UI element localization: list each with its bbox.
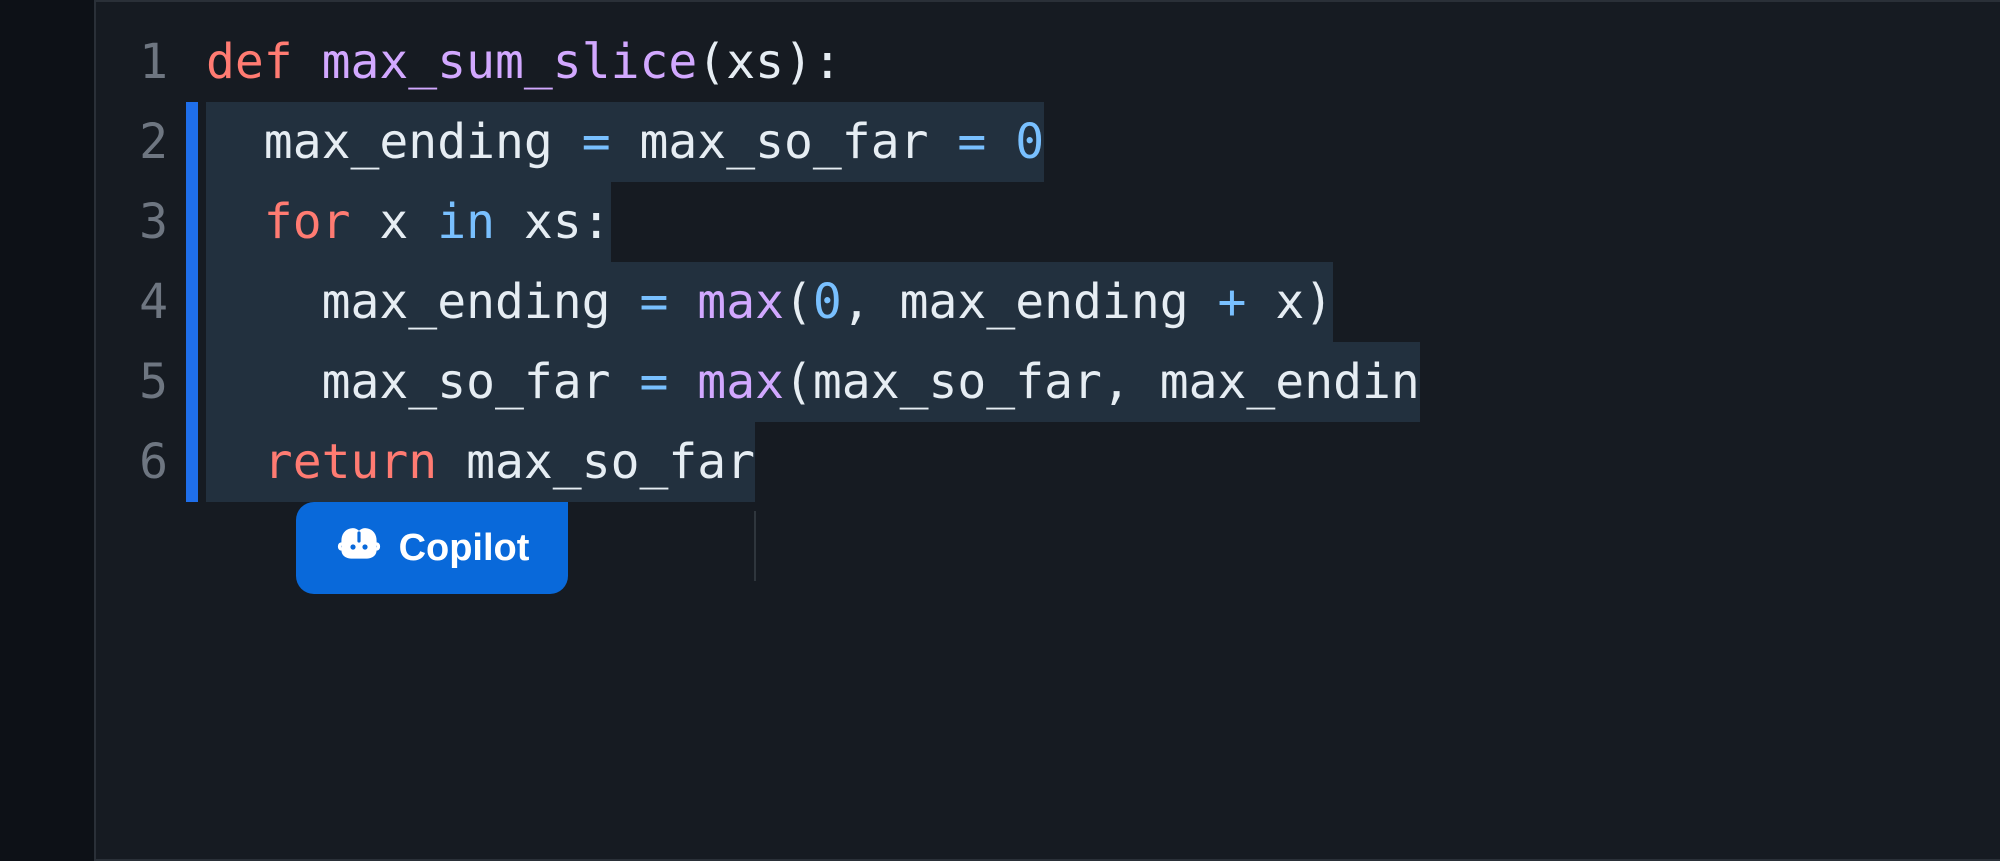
- line-number: 2: [96, 102, 186, 182]
- parameter: xs: [726, 34, 784, 90]
- code-content[interactable]: max_ending = max_so_far = 0: [198, 102, 2000, 182]
- number-literal: 0: [813, 274, 842, 330]
- operator-plus: +: [1218, 274, 1247, 330]
- keyword-return: return: [264, 434, 437, 490]
- line-number: 1: [96, 22, 186, 102]
- suggestion-highlight: max_ending = max_so_far = 0: [206, 102, 1044, 182]
- vertical-divider: [754, 511, 756, 581]
- change-marker: [186, 182, 198, 262]
- keyword-for: for: [264, 194, 351, 250]
- copilot-button[interactable]: Copilot: [296, 502, 568, 594]
- identifier: xs: [524, 194, 582, 250]
- function-call: max: [697, 274, 784, 330]
- identifier: max_ending: [322, 274, 611, 330]
- identifier: x: [1275, 274, 1304, 330]
- code-content[interactable]: for x in xs:: [198, 182, 2000, 262]
- line-number: 6: [96, 422, 186, 502]
- identifier: max_endin: [1160, 354, 1420, 410]
- change-marker: [186, 22, 198, 102]
- code-content[interactable]: max_so_far = max(max_so_far, max_endin: [198, 342, 2000, 422]
- operator-equals: =: [957, 114, 986, 170]
- code-line[interactable]: 2 max_ending = max_so_far = 0: [96, 102, 2000, 182]
- operator-equals: =: [639, 354, 668, 410]
- change-marker: [186, 262, 198, 342]
- suggestion-highlight: return max_so_far: [206, 422, 755, 502]
- line-number: 3: [96, 182, 186, 262]
- suggestion-highlight: max_so_far = max(max_so_far, max_endin: [206, 342, 1420, 422]
- suggestion-highlight: max_ending = max(0, max_ending + x): [206, 262, 1333, 342]
- identifier: x: [379, 194, 408, 250]
- code-content[interactable]: def max_sum_slice(xs):: [198, 22, 2000, 102]
- editor-frame: 1 def max_sum_slice(xs): 2 max_ending = …: [94, 0, 2000, 861]
- code-editor[interactable]: 1 def max_sum_slice(xs): 2 max_ending = …: [96, 2, 2000, 502]
- change-marker: [186, 422, 198, 502]
- function-name: max_sum_slice: [322, 34, 698, 90]
- operator-equals: =: [582, 114, 611, 170]
- code-line[interactable]: 3 for x in xs:: [96, 182, 2000, 262]
- change-marker: [186, 102, 198, 182]
- copilot-label: Copilot: [399, 527, 530, 570]
- keyword-in: in: [437, 194, 495, 250]
- operator-equals: =: [639, 274, 668, 330]
- identifier: max_ending: [900, 274, 1189, 330]
- suggestion-highlight: for x in xs:: [206, 182, 611, 262]
- code-content[interactable]: return max_so_far: [198, 422, 2000, 502]
- identifier: max_so_far: [640, 114, 929, 170]
- number-literal: 0: [1015, 114, 1044, 170]
- code-line[interactable]: 5 max_so_far = max(max_so_far, max_endin: [96, 342, 2000, 422]
- line-number: 4: [96, 262, 186, 342]
- function-call: max: [697, 354, 784, 410]
- change-marker: [186, 342, 198, 422]
- identifier: max_so_far: [813, 354, 1102, 410]
- code-line[interactable]: 6 return max_so_far: [96, 422, 2000, 502]
- keyword-def: def: [206, 34, 293, 90]
- code-content[interactable]: max_ending = max(0, max_ending + x): [198, 262, 2000, 342]
- copilot-icon: [335, 519, 383, 577]
- line-number: 5: [96, 342, 186, 422]
- identifier: max_ending: [264, 114, 553, 170]
- identifier: max_so_far: [466, 434, 755, 490]
- code-line[interactable]: 4 max_ending = max(0, max_ending + x): [96, 262, 2000, 342]
- identifier: max_so_far: [322, 354, 611, 410]
- code-line[interactable]: 1 def max_sum_slice(xs):: [96, 22, 2000, 102]
